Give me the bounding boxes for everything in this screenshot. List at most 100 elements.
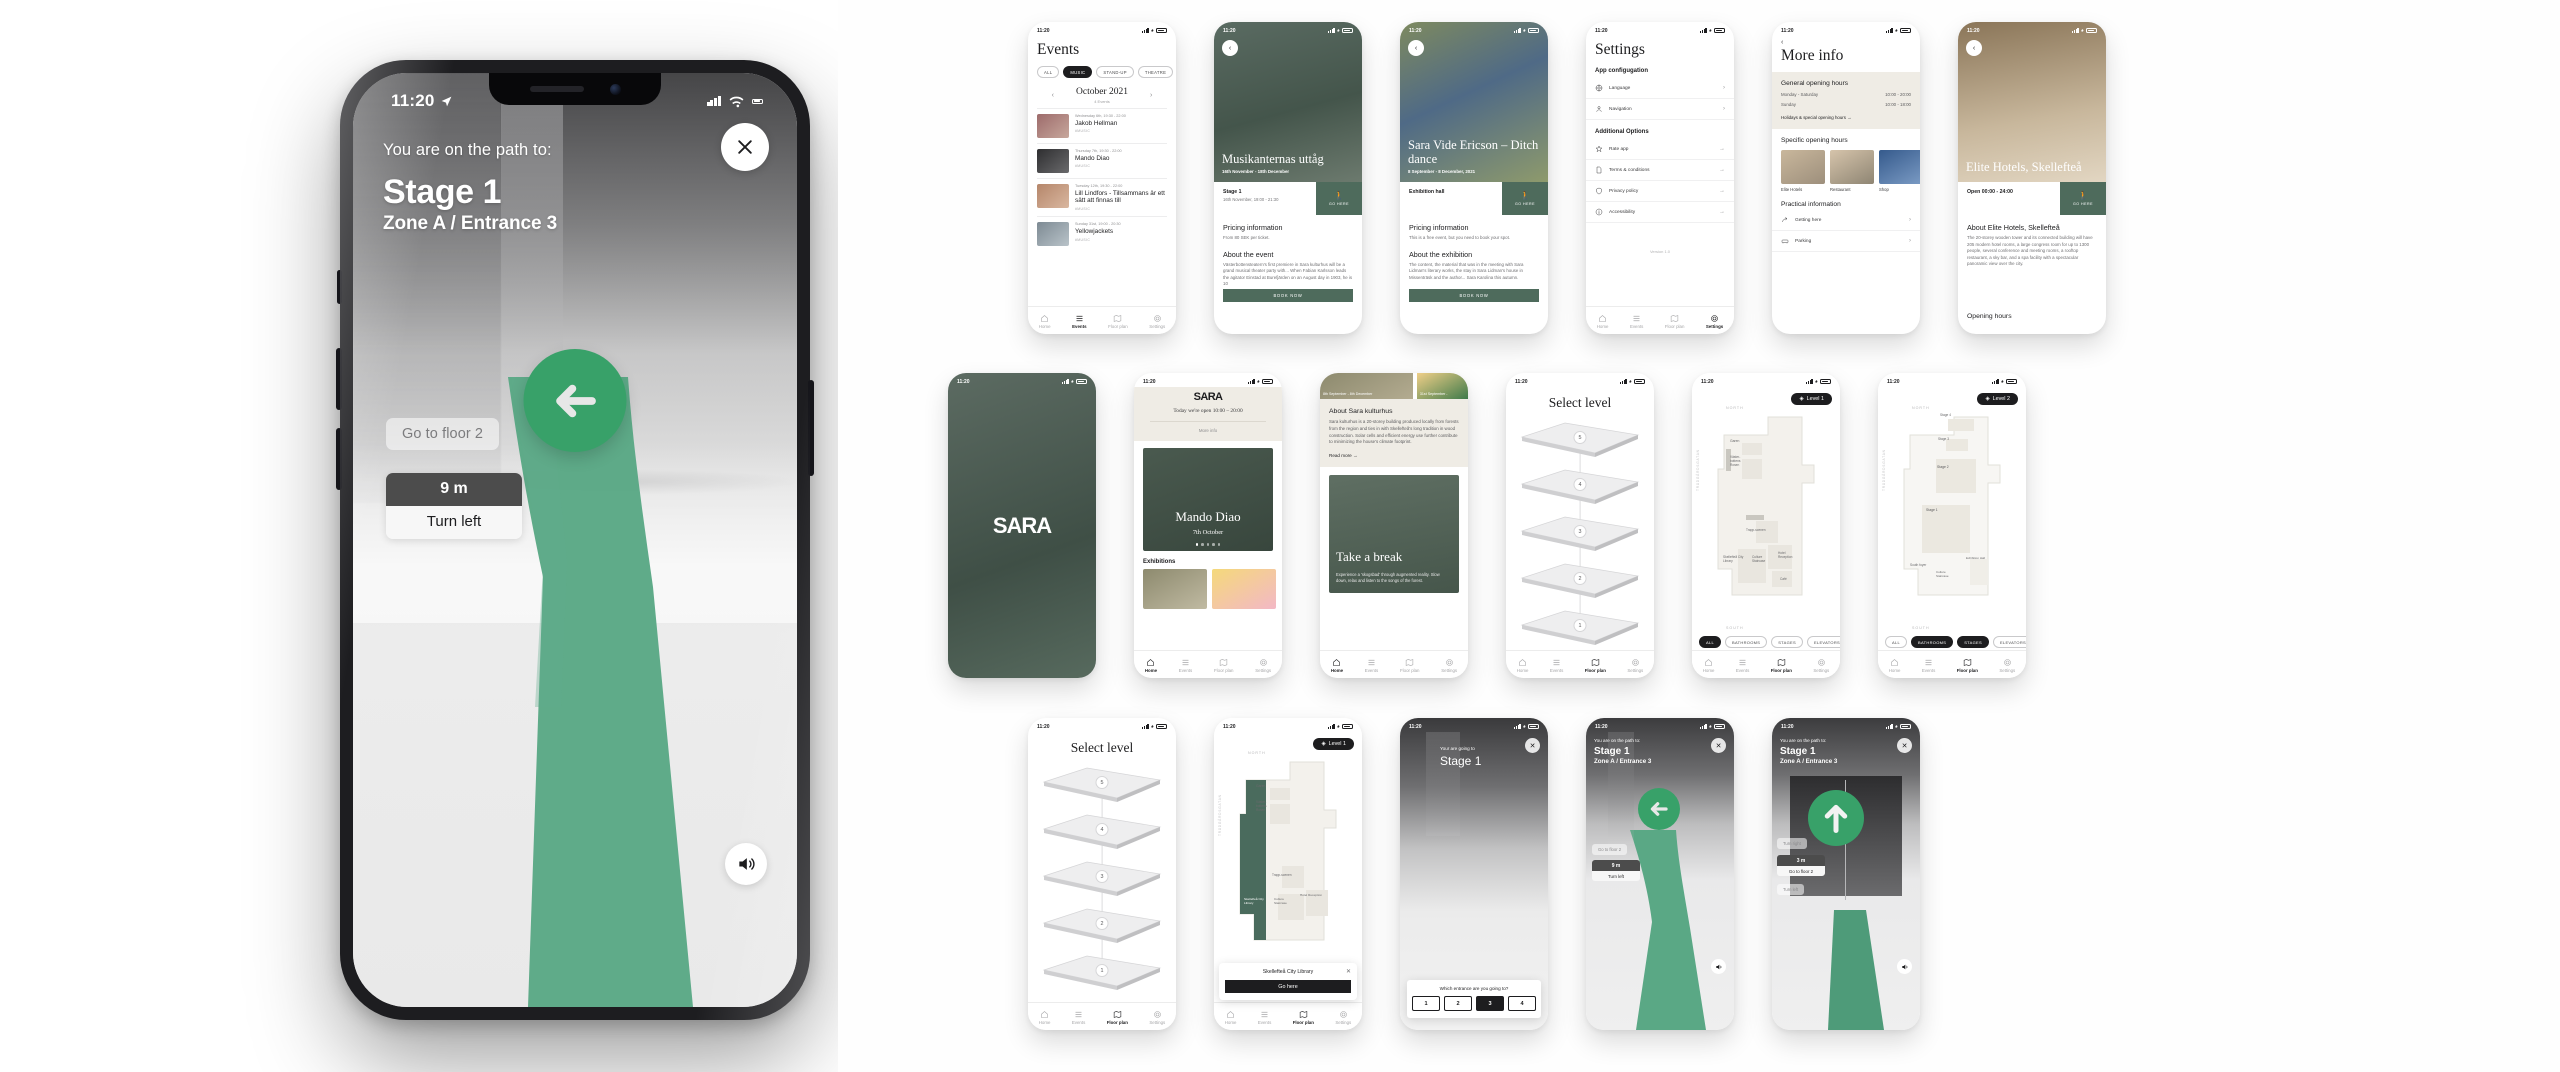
chip-standup[interactable]: STAND-UP: [1096, 66, 1134, 78]
chip-elevators[interactable]: ELEVATORS: [1806, 636, 1840, 648]
level-pill[interactable]: ◈ Level 1: [1791, 393, 1832, 405]
tab-floorplan[interactable]: Floor plan: [1293, 1010, 1314, 1025]
tab-floorplan[interactable]: Floor plan: [1400, 658, 1420, 673]
list-item[interactable]: Tuesday 12th, 19:30 - 22:00 Lill Lindfor…: [1037, 177, 1167, 217]
ar-floor-chip[interactable]: Go to floor 2: [386, 418, 500, 450]
chip-all[interactable]: ALL: [1037, 66, 1060, 78]
level-pill[interactable]: ◈ Level 1: [1313, 738, 1354, 750]
settings-item-language[interactable]: Language ›: [1586, 78, 1734, 99]
thumb-events-list[interactable]: 11:20 ◕ Events ALL MUSIC STAND-UP THEATR…: [1028, 22, 1176, 334]
close-button[interactable]: ✕: [1711, 738, 1726, 753]
holidays-link[interactable]: Holidays & special opening hours →: [1781, 115, 1911, 120]
tab-floorplan[interactable]: Floor plan: [1957, 658, 1978, 673]
book-now-button[interactable]: BOOK NOW: [1409, 289, 1539, 302]
settings-item-navigation[interactable]: Navigation ›: [1586, 99, 1734, 120]
thumb-home[interactable]: 11:20 ◕ SARA Today we're open 10:00 – 20…: [1134, 373, 1282, 678]
settings-item-privacy[interactable]: Privacy policy →: [1586, 181, 1734, 202]
chip-bathrooms[interactable]: BATHROOMS: [1725, 636, 1768, 648]
level-badge-5[interactable]: 5: [1095, 776, 1109, 789]
chip-stages[interactable]: STAGES: [1957, 636, 1989, 648]
tab-floorplan[interactable]: Floor plan: [1107, 1010, 1128, 1025]
level-badge-5[interactable]: 5: [1573, 431, 1587, 444]
take-a-break-card[interactable]: Take a break Experience a 'skogsbad' thr…: [1329, 475, 1459, 594]
back-button[interactable]: ‹: [1966, 40, 1982, 56]
tab-floorplan[interactable]: Floor plan: [1771, 658, 1792, 673]
back-button[interactable]: ‹: [1222, 40, 1238, 56]
carousel-dots[interactable]: [1143, 543, 1273, 546]
go-here-button[interactable]: 🚶 GO HERE: [2060, 182, 2106, 215]
tab-home[interactable]: Home: [1889, 658, 1900, 673]
tab-events[interactable]: Events: [1736, 658, 1749, 673]
level-badge-3[interactable]: 3: [1095, 870, 1109, 883]
tab-settings[interactable]: Settings: [1813, 658, 1829, 673]
thumb-select-level-2[interactable]: 11:20 ◕ Select level 5 4 3 2 1 Home Even…: [1028, 718, 1176, 1030]
sound-toggle-button[interactable]: [1711, 959, 1726, 974]
sound-toggle-button[interactable]: [1897, 959, 1912, 974]
tab-home[interactable]: Home: [1703, 658, 1714, 673]
thumb-floorplan-level1[interactable]: 11:20 ◕ ◈ Level 1 NORTH SOUTH TRÄDGÅRDSG…: [1692, 373, 1840, 678]
go-here-button[interactable]: 🚶 GO HERE: [1502, 182, 1548, 215]
close-button[interactable]: [721, 123, 769, 171]
exhibition-thumb[interactable]: [1212, 569, 1276, 609]
tab-floorplan[interactable]: Floor plan: [1108, 314, 1128, 329]
tab-home[interactable]: Home: [1145, 658, 1157, 673]
tab-events[interactable]: Events: [1072, 1010, 1085, 1025]
venue-card[interactable]: Elite Hotels: [1781, 150, 1825, 192]
thumb-floorplan-selected[interactable]: 11:20 ◕ ◈ Level 1 NORTH TRÄDGÅRDSGATAN T…: [1214, 718, 1362, 1030]
tab-events[interactable]: Events: [1550, 658, 1563, 673]
tab-events[interactable]: Events: [1179, 658, 1192, 673]
book-now-button[interactable]: BOOK NOW: [1223, 289, 1353, 302]
tab-home[interactable]: Home: [1597, 314, 1608, 329]
close-button[interactable]: ✕: [1525, 738, 1540, 753]
read-more-link[interactable]: Read more →: [1329, 453, 1459, 458]
tab-settings[interactable]: Settings: [1335, 1010, 1351, 1025]
tab-settings[interactable]: Settings: [1441, 658, 1457, 673]
floorplan-canvas[interactable]: ◈ Level 1 NORTH TRÄDGÅRDSGATAN TORGGATAN: [1214, 718, 1362, 1030]
level-badge-1[interactable]: 1: [1573, 619, 1587, 632]
tab-events[interactable]: Events: [1072, 314, 1087, 329]
tab-events[interactable]: Events: [1258, 1010, 1271, 1025]
next-month-icon[interactable]: ›: [1150, 92, 1152, 99]
venue-card[interactable]: Shop: [1879, 150, 1920, 192]
exhibition-thumb[interactable]: 8th September - 8th December: [1320, 373, 1413, 399]
level-badge-1[interactable]: 1: [1095, 964, 1109, 977]
chip-stages[interactable]: STAGES: [1771, 636, 1803, 648]
exhibition-thumb[interactable]: [1143, 569, 1207, 609]
level-badge-2[interactable]: 2: [1573, 572, 1587, 585]
tab-events[interactable]: Events: [1630, 314, 1643, 329]
level-badge-4[interactable]: 4: [1095, 823, 1109, 836]
ar-floor-chip[interactable]: Go to floor 2: [1592, 844, 1628, 855]
tab-events[interactable]: Events: [1365, 658, 1378, 673]
thumb-floorplan-level2[interactable]: 11:20 ◕ ◈ Level 2 NORTH SOUTH TRÄDGÅRDSG…: [1878, 373, 2026, 678]
thumb-event-detail-ditch-dance[interactable]: Sara Vide Ericson – Ditch dance 8 Septem…: [1400, 22, 1548, 334]
chip-all[interactable]: ALL: [1699, 636, 1722, 648]
exhibition-thumb[interactable]: 31st September -: [1416, 373, 1468, 399]
more-info-link[interactable]: More info: [1150, 421, 1266, 433]
prev-month-icon[interactable]: ‹: [1052, 92, 1054, 99]
featured-event-card[interactable]: Mando Diao 7th October: [1143, 448, 1273, 551]
practical-item-parking[interactable]: Parking ›: [1772, 231, 1920, 252]
tab-floorplan[interactable]: Floor plan: [1665, 314, 1684, 329]
tab-settings[interactable]: Settings: [1627, 658, 1643, 673]
close-button[interactable]: ✕: [1897, 738, 1912, 753]
thumb-settings[interactable]: 11:20 ◕ Settings App configugation Langu…: [1586, 22, 1734, 334]
tab-settings[interactable]: Settings: [1706, 314, 1723, 329]
thumb-about-sara[interactable]: 8th September - 8th December 31st Septem…: [1320, 373, 1468, 678]
ar-chip-bottom[interactable]: Turn left: [1777, 884, 1805, 895]
tab-home[interactable]: Home: [1225, 1010, 1236, 1025]
entrance-option-3[interactable]: 3: [1476, 996, 1504, 1011]
back-button[interactable]: ‹: [1408, 40, 1424, 56]
chip-elevators[interactable]: ELEVATORS: [1992, 636, 2026, 648]
venue-card[interactable]: Restaurant: [1830, 150, 1874, 192]
entrance-option-4[interactable]: 4: [1508, 996, 1536, 1011]
chip-bathrooms[interactable]: BATHROOMS: [1911, 636, 1954, 648]
level-badge-3[interactable]: 3: [1573, 525, 1587, 538]
thumb-ar-go-straight[interactable]: 11:20 ◕ ✕ You are on the path to: Stage …: [1772, 718, 1920, 1030]
practical-item-getting-here[interactable]: Getting here ›: [1772, 210, 1920, 231]
go-here-button[interactable]: 🚶 GO HERE: [1316, 182, 1362, 215]
tab-settings[interactable]: Settings: [1149, 314, 1165, 329]
thumb-splash[interactable]: SARA 11:20 ◕: [948, 373, 1096, 678]
tab-settings[interactable]: Settings: [1999, 658, 2015, 673]
tab-floorplan[interactable]: Floor plan: [1214, 658, 1234, 673]
level-badge-4[interactable]: 4: [1573, 478, 1587, 491]
